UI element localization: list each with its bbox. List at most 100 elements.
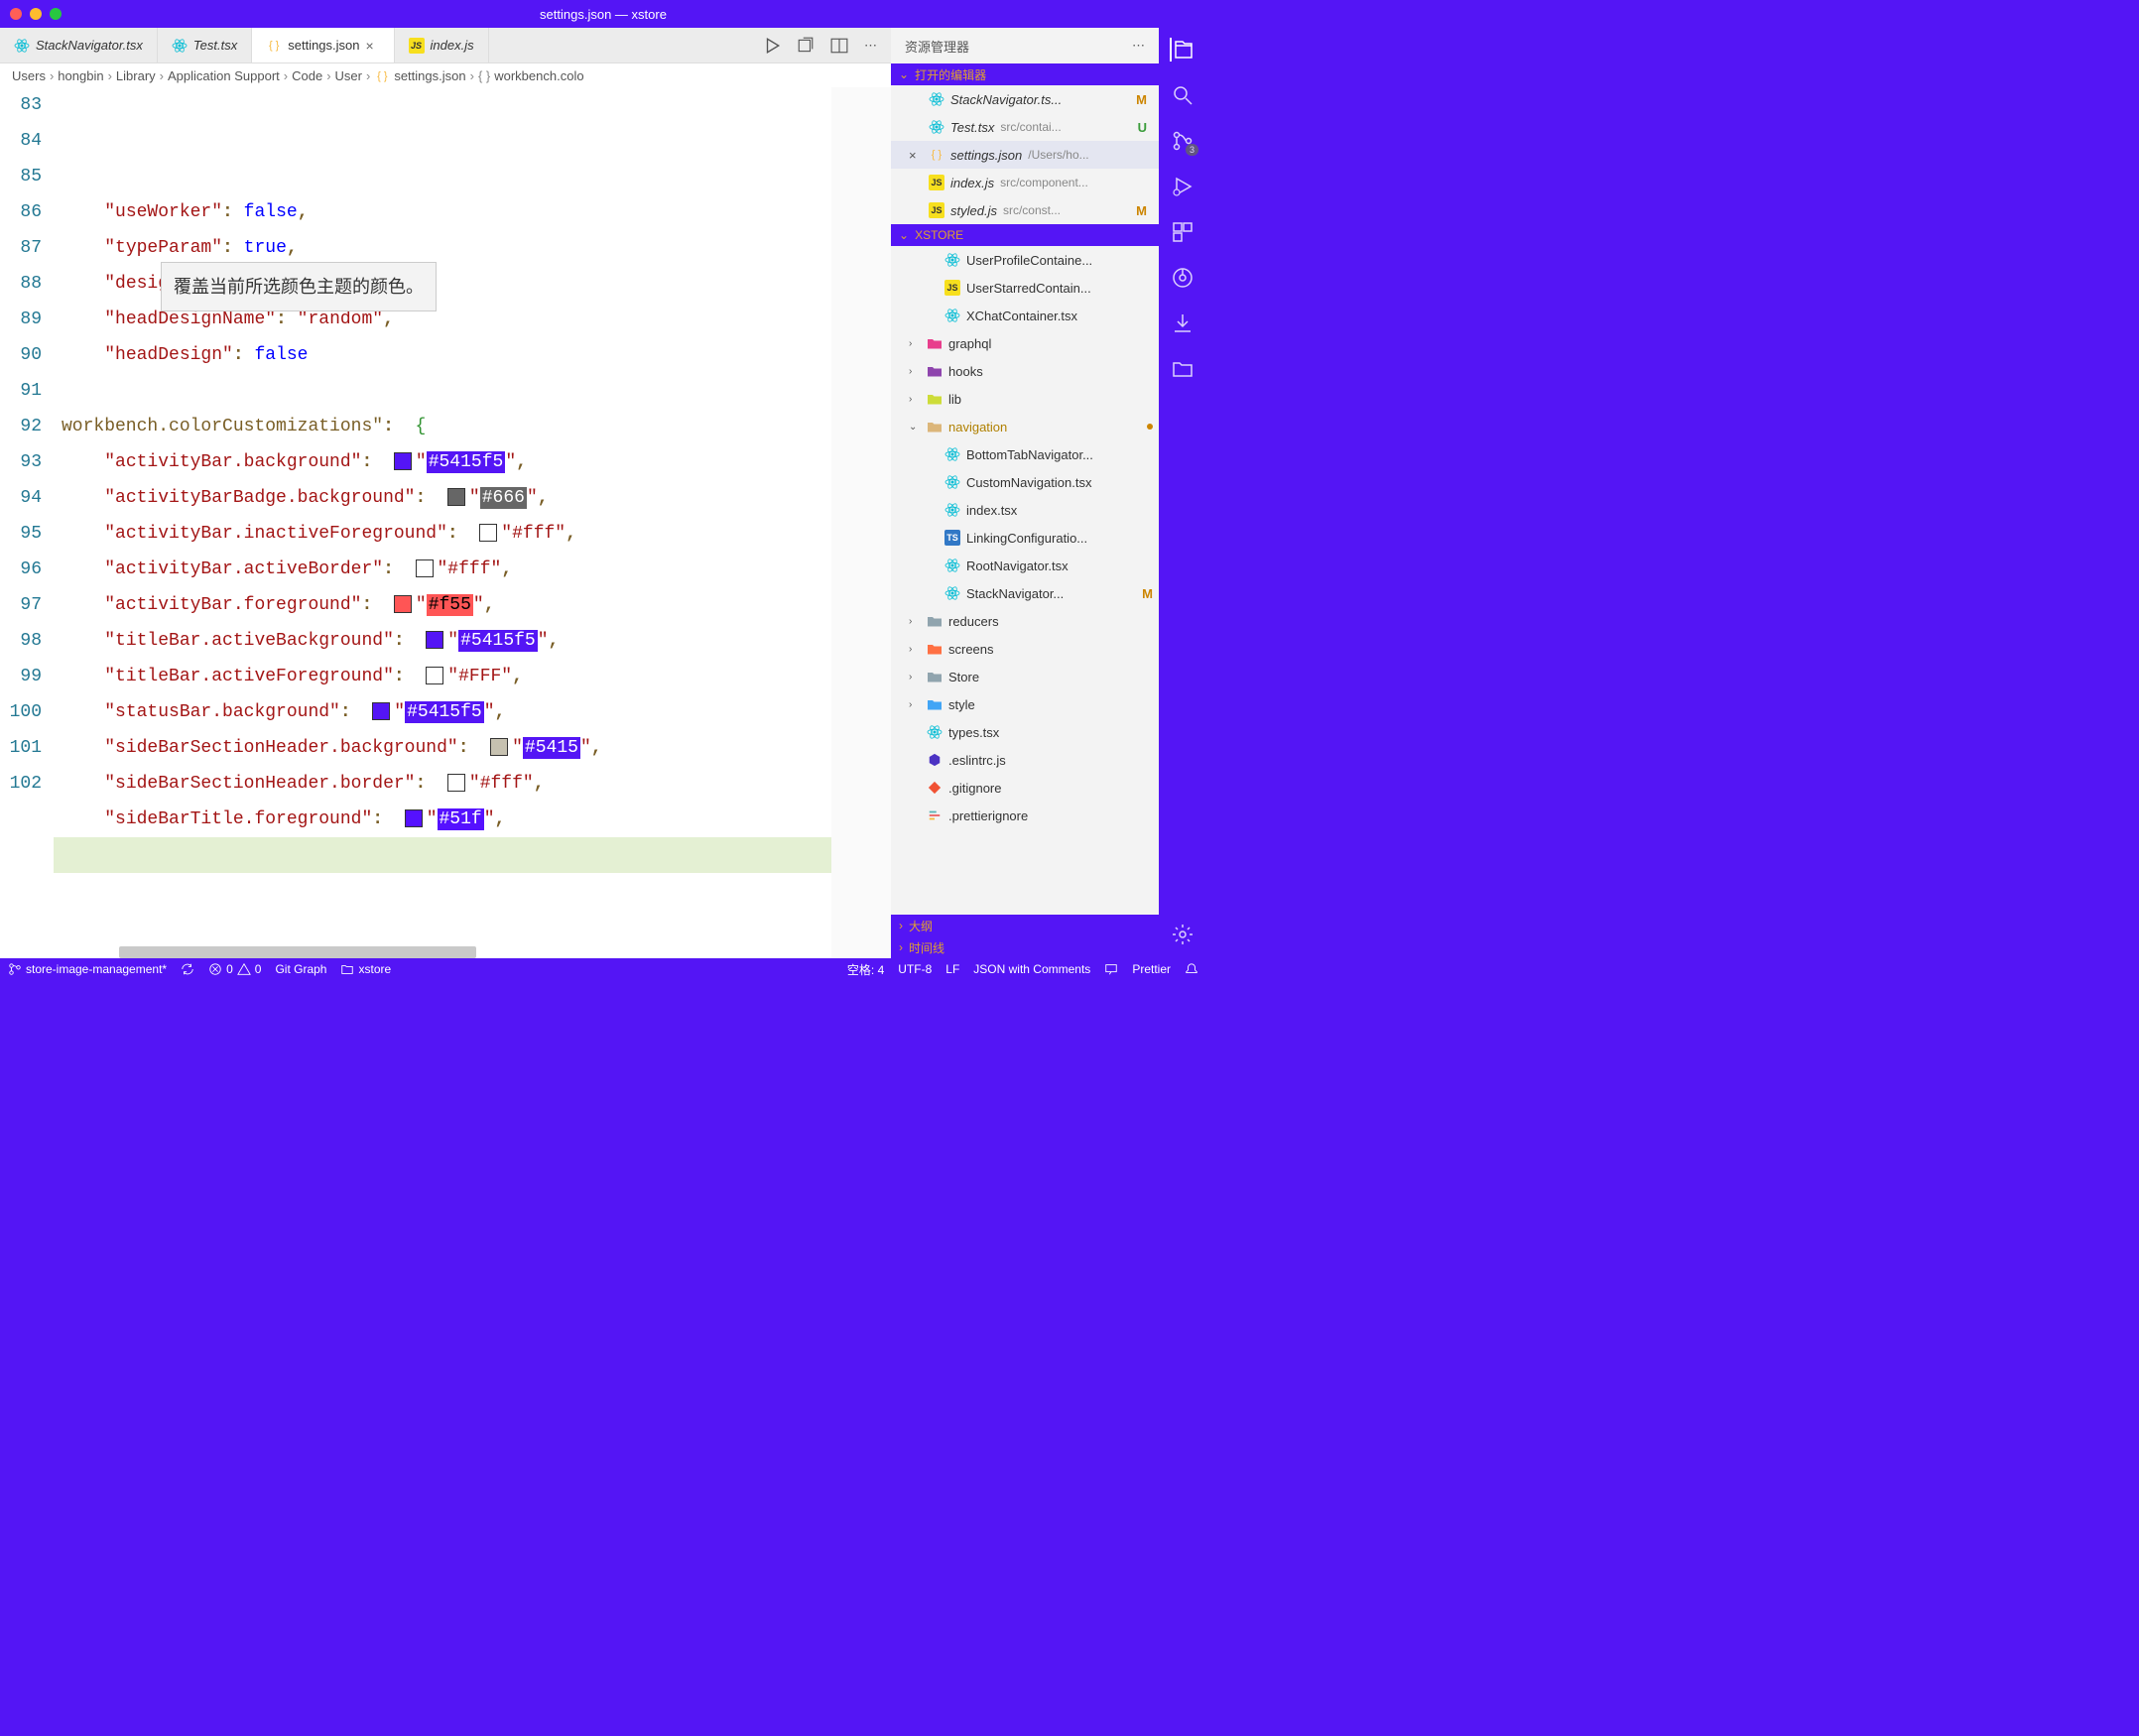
prettier-status[interactable]: Prettier [1132, 962, 1171, 976]
code-line[interactable]: "headDesign": false [54, 337, 891, 373]
explorer-icon[interactable] [1170, 38, 1195, 62]
open-changes-icon[interactable] [797, 37, 815, 55]
file-item[interactable]: types.tsx [891, 718, 1159, 746]
outline-header[interactable]: › 大纲 [891, 915, 1159, 936]
code-line[interactable]: "useWorker": false, [54, 194, 891, 230]
code-line[interactable] [54, 373, 891, 409]
split-editor-icon[interactable] [830, 37, 848, 55]
file-item[interactable]: JSUserStarredContain... [891, 274, 1159, 302]
breadcrumb-item[interactable]: hongbin [58, 68, 103, 83]
window-minimize-button[interactable] [30, 8, 42, 20]
code-line[interactable]: "activityBar.foreground": "#f55", [54, 587, 891, 623]
code-line[interactable]: "activityBar.background": "#5415f5", [54, 444, 891, 480]
breadcrumb-item[interactable]: Application Support [168, 68, 280, 83]
close-icon[interactable]: × [366, 38, 380, 54]
breadcrumb-item[interactable]: Code [292, 68, 322, 83]
modified-dot-icon [1147, 424, 1153, 430]
minimap[interactable] [831, 87, 891, 958]
more-actions-icon[interactable]: ⋯ [864, 38, 877, 54]
file-item[interactable]: StackNavigator...M [891, 579, 1159, 607]
horizontal-scrollbar[interactable] [119, 946, 476, 958]
breadcrumb-item[interactable]: Users [12, 68, 46, 83]
search-icon[interactable] [1171, 83, 1195, 107]
code-line[interactable]: "typeParam": true, [54, 230, 891, 266]
feedback-icon[interactable] [1104, 962, 1118, 976]
open-editor-item[interactable]: JSindex.js src/component... [891, 169, 1159, 196]
chevron-right-icon: › [326, 68, 330, 83]
folder-item[interactable]: ›Store [891, 663, 1159, 690]
file-item[interactable]: .prettierignore [891, 802, 1159, 829]
breadcrumb-item[interactable]: Library [116, 68, 156, 83]
open-editor-item[interactable]: JSstyled.js src/const...M [891, 196, 1159, 224]
code-line[interactable]: "sideBarSectionHeader.border": "#fff", [54, 766, 891, 802]
eol[interactable]: LF [945, 962, 959, 976]
code-line[interactable]: "activityBar.inactiveForeground": "#fff"… [54, 516, 891, 552]
breadcrumb-item[interactable]: settings.json [394, 68, 465, 83]
code-line[interactable]: "statusBar.background": "#5415f5", [54, 694, 891, 730]
code-content[interactable]: 覆盖当前所选颜色主题的颜色。 "useWorker": false, "type… [54, 87, 891, 958]
file-item[interactable]: UserProfileContaine... [891, 246, 1159, 274]
file-item[interactable]: .gitignore [891, 774, 1159, 802]
source-control-icon[interactable]: 3 [1171, 129, 1195, 153]
folder-item[interactable]: ›reducers [891, 607, 1159, 635]
git-branch[interactable]: store-image-management* [8, 962, 167, 976]
project-header[interactable]: ⌄ XSTORE [891, 224, 1159, 246]
open-editor-item[interactable]: StackNavigator.ts...M [891, 85, 1159, 113]
open-editors-header[interactable]: ⌄ 打开的编辑器 [891, 63, 1159, 85]
folder-status[interactable]: xstore [340, 962, 391, 976]
code-editor[interactable]: 8384858687888990919293949596979899100101… [0, 87, 891, 958]
editor-tab[interactable]: StackNavigator.tsx [0, 28, 158, 62]
folder-item[interactable]: ›screens [891, 635, 1159, 663]
timeline-header[interactable]: › 时间线 [891, 936, 1159, 958]
sync-icon[interactable] [181, 962, 194, 976]
code-line[interactable]: "titleBar.activeBackground": "#5415f5", [54, 623, 891, 659]
folder-icon[interactable] [1171, 357, 1195, 381]
editor-tab[interactable]: Test.tsx [158, 28, 252, 62]
code-line[interactable]: "activityBarBadge.background": "#666", [54, 480, 891, 516]
code-line[interactable]: workbench.colorCustomizations": { [54, 409, 891, 444]
run-icon[interactable] [763, 37, 781, 55]
folder-item[interactable]: ⌄navigation [891, 413, 1159, 440]
code-line[interactable]: "sideBarSectionHeader.background": "#541… [54, 730, 891, 766]
notifications-icon[interactable] [1185, 962, 1198, 976]
file-item[interactable]: TSLinkingConfiguratio... [891, 524, 1159, 552]
gitlens-icon[interactable] [1171, 266, 1195, 290]
indentation[interactable]: 空格: 4 [847, 961, 884, 978]
tab-label: index.js [431, 38, 474, 53]
code-line[interactable]: "titleBar.activeForeground": "#FFF", [54, 659, 891, 694]
open-editor-item[interactable]: Test.tsx src/contai...U [891, 113, 1159, 141]
editor-tab[interactable]: JSindex.js [395, 28, 489, 62]
close-icon[interactable]: × [909, 148, 923, 163]
file-item[interactable]: XChatContainer.tsx [891, 302, 1159, 329]
window-maximize-button[interactable] [50, 8, 62, 20]
import-icon[interactable] [1171, 311, 1195, 335]
settings-gear-icon[interactable] [1171, 923, 1195, 946]
breadcrumb-item[interactable]: workbench.colo [494, 68, 583, 83]
code-line[interactable] [54, 873, 891, 909]
file-item[interactable]: BottomTabNavigator... [891, 440, 1159, 468]
extensions-icon[interactable] [1171, 220, 1195, 244]
file-item[interactable]: RootNavigator.tsx [891, 552, 1159, 579]
breadcrumb[interactable]: Users›hongbin›Library›Application Suppor… [0, 63, 891, 87]
problems[interactable]: 0 0 [208, 962, 261, 976]
language-mode[interactable]: JSON with Comments [973, 962, 1090, 976]
file-item[interactable]: CustomNavigation.tsx [891, 468, 1159, 496]
open-editor-item[interactable]: ×{ }settings.json /Users/ho... [891, 141, 1159, 169]
file-item[interactable]: .eslintrc.js [891, 746, 1159, 774]
code-line[interactable] [54, 837, 891, 873]
editor-tab[interactable]: { }settings.json× [252, 28, 394, 62]
git-graph[interactable]: Git Graph [275, 962, 326, 976]
folder-item[interactable]: ›hooks [891, 357, 1159, 385]
folder-item[interactable]: ›lib [891, 385, 1159, 413]
window-close-button[interactable] [10, 8, 22, 20]
encoding[interactable]: UTF-8 [898, 962, 932, 976]
code-line[interactable]: "activityBar.activeBorder": "#fff", [54, 552, 891, 587]
folder-item[interactable]: ›graphql [891, 329, 1159, 357]
file-item[interactable]: index.tsx [891, 496, 1159, 524]
breadcrumb-item[interactable]: User [335, 68, 362, 83]
run-debug-icon[interactable] [1171, 175, 1195, 198]
side-panel: 资源管理器 ⋯ ⌄ 打开的编辑器 StackNavigator.ts...MTe… [891, 28, 1159, 958]
more-actions-icon[interactable]: ⋯ [1132, 38, 1145, 54]
code-line[interactable]: "sideBarTitle.foreground": "#51f", [54, 802, 891, 837]
folder-item[interactable]: ›style [891, 690, 1159, 718]
